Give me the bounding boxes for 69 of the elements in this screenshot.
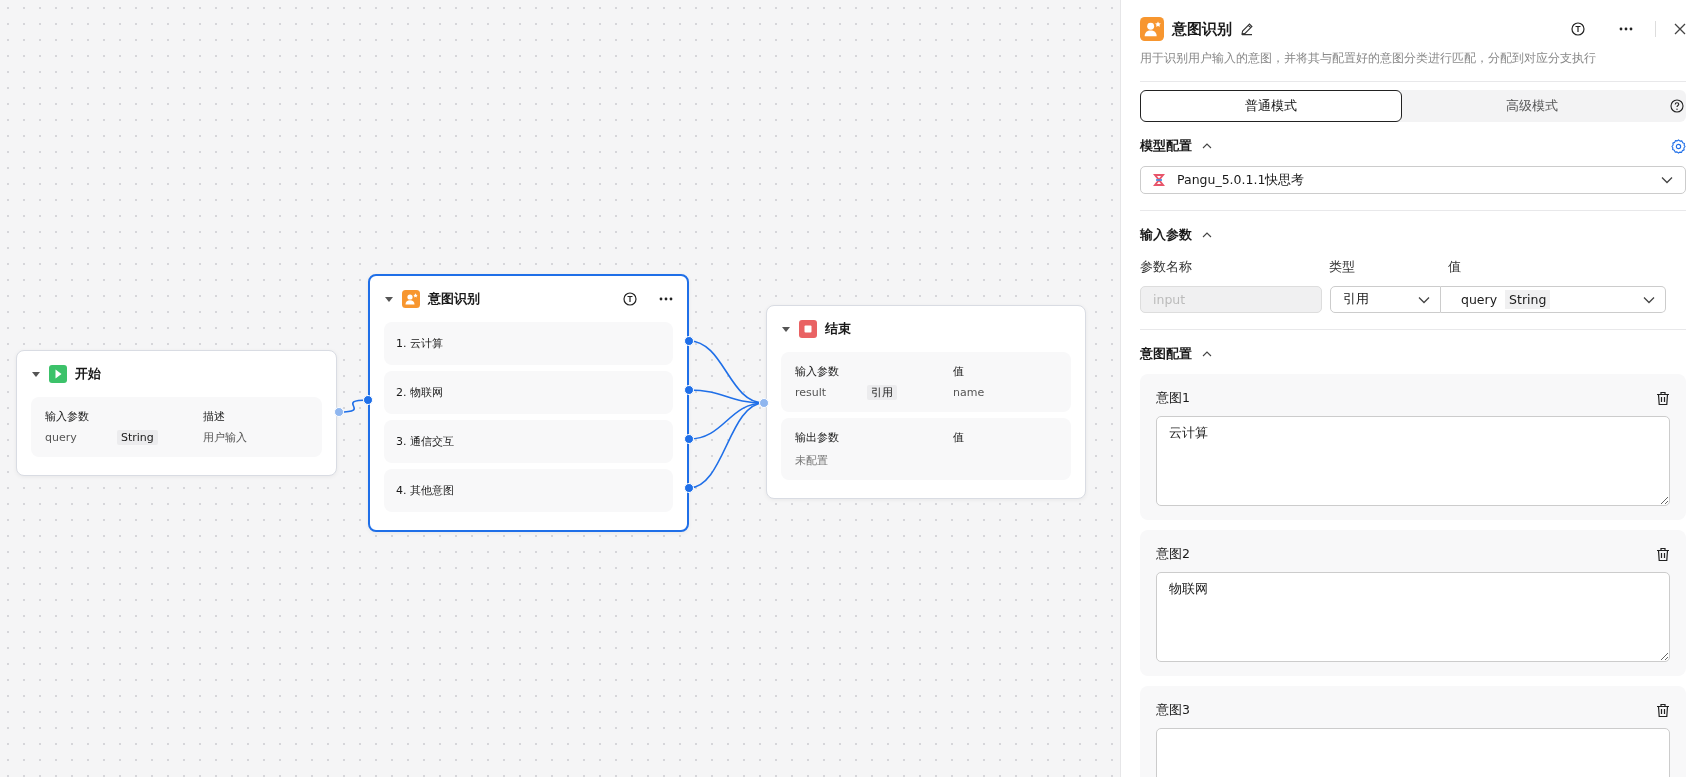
workflow-node[interactable]: 意图识别 1. 云计算 2. 物联网 3. 通信交互 4. 其他意图	[368, 274, 689, 532]
port-handle[interactable]	[363, 395, 373, 405]
column-header: 值	[953, 364, 965, 379]
intent-textarea[interactable]: 物联网	[1156, 572, 1670, 662]
mode-tab[interactable]: 高级模式	[1402, 90, 1662, 122]
settings-icon[interactable]	[1671, 138, 1686, 154]
panel-title: 意图识别	[1172, 19, 1232, 39]
caret-icon[interactable]	[31, 369, 41, 379]
port-handle[interactable]	[684, 434, 694, 444]
caret-icon[interactable]	[781, 324, 791, 334]
column-header: 输入参数	[795, 364, 840, 379]
branch-item[interactable]: 1. 云计算	[384, 322, 673, 365]
more-icon[interactable]	[659, 297, 673, 301]
port-handle[interactable]	[759, 398, 769, 408]
param-name: query	[45, 431, 78, 444]
param-value: name	[953, 386, 986, 399]
column-header: 描述	[203, 409, 226, 424]
caret-icon[interactable]	[384, 294, 394, 304]
close-icon[interactable]	[1674, 23, 1686, 35]
workflow-node[interactable]: 开始 输入参数 描述 query String 用户输入	[16, 350, 337, 476]
more-icon[interactable]	[1619, 27, 1633, 31]
column-header: 输出参数	[795, 430, 840, 445]
port-handle[interactable]	[684, 385, 694, 395]
help-icon[interactable]	[1670, 99, 1684, 113]
param-name: result	[795, 386, 828, 399]
text-circle-icon[interactable]	[623, 292, 637, 306]
column-header: 值	[953, 430, 965, 445]
delete-icon[interactable]	[1656, 702, 1670, 718]
edit-icon[interactable]	[1240, 22, 1254, 36]
intent-label: 意图1	[1156, 389, 1190, 407]
port-handle[interactable]	[684, 483, 694, 493]
node-title: 开始	[75, 365, 101, 383]
node-title: 意图识别	[428, 290, 480, 308]
mode-tab[interactable]: 普通模式	[1140, 90, 1402, 122]
column-header: 参数名称	[1140, 259, 1193, 276]
branch-item[interactable]: 4. 其他意图	[384, 469, 673, 512]
type-tag: String	[117, 430, 158, 445]
node-title: 结束	[825, 320, 851, 338]
column-header: 类型	[1329, 259, 1356, 276]
branch-item[interactable]: 2. 物联网	[384, 371, 673, 414]
section-title: 模型配置	[1140, 137, 1192, 155]
intent-label: 意图2	[1156, 545, 1190, 563]
delete-icon[interactable]	[1656, 546, 1670, 562]
play-icon	[49, 365, 67, 383]
port-handle[interactable]	[684, 336, 694, 346]
chevron-down-icon	[1643, 295, 1655, 304]
workflow-node[interactable]: 结束 输入参数 值 result 引用 name 输出参数 值 未配置	[766, 305, 1086, 499]
chevron-up-icon[interactable]	[1202, 143, 1212, 149]
chevron-up-icon[interactable]	[1202, 232, 1212, 238]
intent-textarea[interactable]: 云计算	[1156, 416, 1670, 506]
param-value: 用户输入	[203, 430, 248, 445]
stop-icon	[799, 320, 817, 338]
chevron-down-icon	[1418, 295, 1430, 304]
chevron-down-icon	[1661, 176, 1673, 184]
type-tag: 引用	[867, 385, 897, 400]
section-title: 意图配置	[1140, 345, 1192, 363]
column-header: 输入参数	[45, 409, 90, 424]
model-select[interactable]: Pangu_5.0.1.1快思考	[1140, 166, 1686, 194]
section-title: 输入参数	[1140, 226, 1192, 244]
port-handle[interactable]	[334, 407, 344, 417]
intent-label: 意图3	[1156, 701, 1190, 719]
panel-description: 用于识别用户输入的意图，并将其与配置好的意图分类进行匹配，分配到对应分支执行	[1140, 50, 1686, 82]
column-header: 值	[1448, 259, 1462, 276]
delete-icon[interactable]	[1656, 390, 1670, 406]
model-logo-icon	[1153, 174, 1165, 186]
branch-item[interactable]: 3. 通信交互	[384, 420, 673, 463]
text-circle-icon[interactable]	[1571, 22, 1585, 36]
chevron-up-icon[interactable]	[1202, 351, 1212, 357]
empty-text: 未配置	[795, 453, 829, 468]
